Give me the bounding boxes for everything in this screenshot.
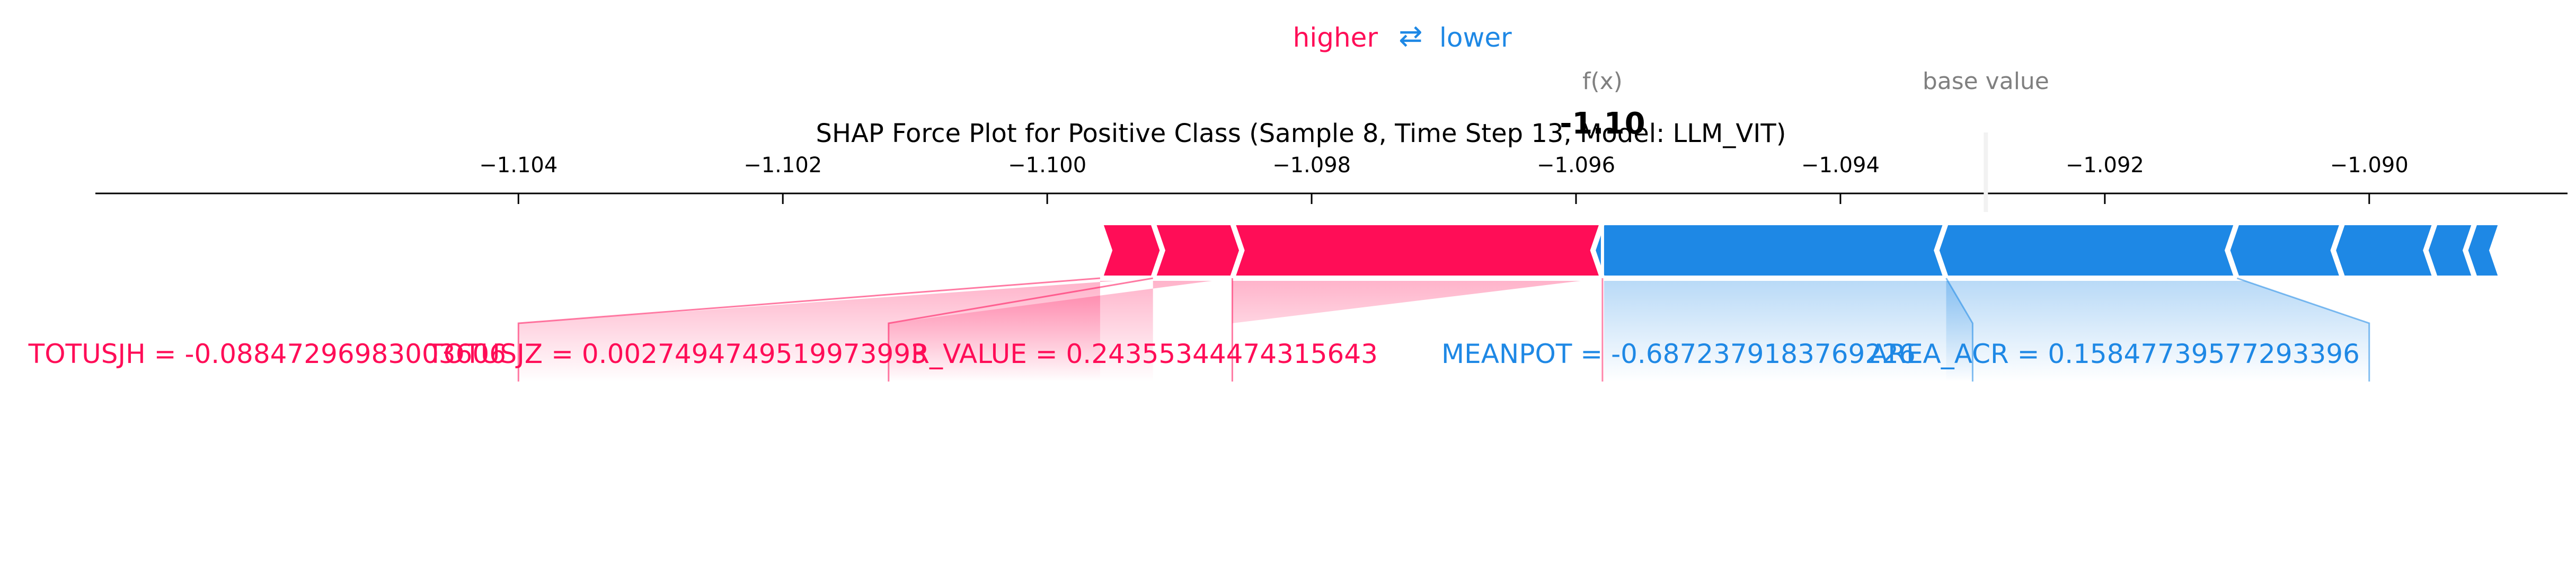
- fx-value: -1.10: [1560, 107, 1645, 141]
- force-bars: [1096, 220, 2506, 281]
- positive-feature-label: R_VALUE = 0.24355344474315643: [911, 339, 1378, 369]
- x-tick-label: −1.104: [479, 153, 557, 178]
- x-tick-label: −1.098: [1272, 153, 1351, 178]
- negative-force-bar: [2225, 220, 2347, 281]
- fx-label: f(x): [1582, 68, 1623, 95]
- positive-force-bar: [1228, 220, 1615, 281]
- positive-feature-label: TOTUSJZ = 0.0027494749519973993: [427, 339, 927, 369]
- x-tick-label: −1.090: [2330, 153, 2409, 178]
- legend-lower: lower: [1439, 22, 1512, 53]
- negative-force-bar: [2463, 220, 2506, 281]
- x-tick-label: −1.100: [1008, 153, 1086, 178]
- positive-force-bar: [1149, 220, 1245, 281]
- legend-arrow-icon: ⇄: [1398, 19, 1422, 52]
- legend-higher: higher: [1293, 22, 1378, 53]
- feature-labels: TOTUSJH = -0.08847296983003606TOTUSJZ = …: [28, 339, 2360, 369]
- negative-force-bar: [1934, 220, 2241, 281]
- negative-force-bar: [2330, 220, 2439, 281]
- x-tick-label: −1.102: [743, 153, 822, 178]
- negative-feature-label: AREA_ACR = 0.15847739577293396: [1870, 339, 2360, 369]
- x-tick-label: −1.096: [1537, 153, 1615, 178]
- negative-force-bar: [1590, 220, 1950, 281]
- x-axis-ticks: −1.104 −1.102 −1.100 −1.098 −1.096 −1.094 −1.0…: [479, 153, 2409, 204]
- x-tick-label: −1.092: [2066, 153, 2144, 178]
- force-plot: higher ⇄ lower f(x) base value SHAP Forc…: [28, 19, 2568, 382]
- x-tick-label: −1.094: [1801, 153, 1880, 178]
- base-value-label: base value: [1923, 68, 2049, 95]
- negative-feature-label: MEANPOT = -0.6872379183769226: [1441, 339, 1916, 369]
